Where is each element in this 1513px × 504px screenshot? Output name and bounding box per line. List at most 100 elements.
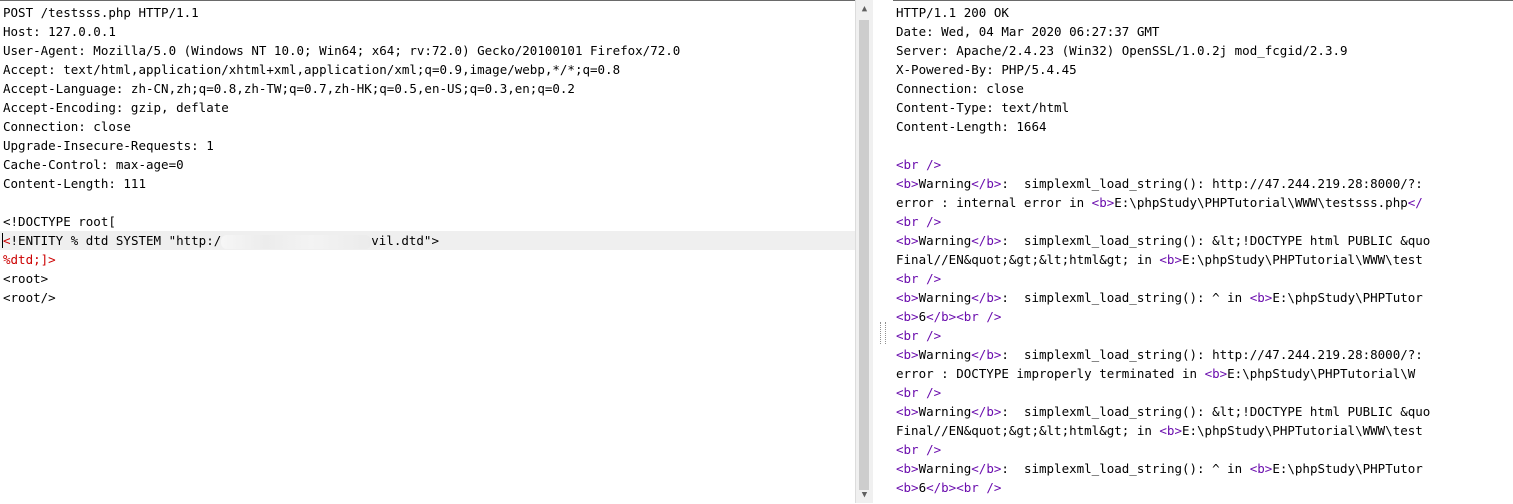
response-body-text: error : DOCTYPE improperly terminated in [896, 366, 1205, 381]
response-body-text: simplexml_load_string(): &lt;!DOCTYPE ht… [1023, 233, 1431, 248]
dtd-reference: %dtd;]> [3, 252, 56, 267]
response-text[interactable]: HTTP/1.1 200 OK Date: Wed, 04 Mar 2020 06… [896, 3, 1430, 497]
response-body-line: <br /> [896, 155, 1430, 174]
request-line: <root/> [3, 288, 855, 307]
request-text[interactable]: POST /testsss.php HTTP/1.1 Host: 127.0.0.… [0, 3, 855, 307]
request-line: Accept-Language: zh-CN,zh;q=0.8,zh-TW;q=… [3, 79, 855, 98]
scroll-up-icon[interactable]: ▲ [856, 0, 873, 17]
html-tag: </b><br /> [926, 480, 1002, 495]
response-body-text: Warning [918, 461, 972, 476]
request-line-text: Content-Length: 111 [3, 176, 146, 191]
response-body-text: E:\phpStudy\PHPTutorial\WWW\testsss.php [1114, 195, 1408, 210]
response-body-line: Final//EN&quot;&gt;&lt;html&gt; in <b>E:… [896, 250, 1430, 269]
response-body-line: <b>Warning</b>: simplexml_load_string():… [896, 402, 1430, 421]
response-body-line: <br /> [896, 326, 1430, 345]
request-line: Cache-Control: max-age=0 [3, 155, 855, 174]
splitter-grip-icon[interactable] [880, 322, 886, 344]
request-line-text: Cache-Control: max-age=0 [3, 157, 184, 172]
response-body-text: Warning [918, 404, 972, 419]
response-body-text: simplexml_load_string(): ^ in [1023, 461, 1250, 476]
response-header-text: Content-Type: text/html [896, 100, 1070, 115]
response-header-text: X-Powered-By: PHP/5.4.45 [896, 62, 1077, 77]
response-body-line: error : DOCTYPE improperly terminated in… [896, 364, 1430, 383]
request-line-text: Accept-Language: zh-CN,zh;q=0.8,zh-TW;q=… [3, 81, 575, 96]
html-tag: <b> [1159, 252, 1182, 267]
response-header-text: Date: Wed, 04 Mar 2020 06:27:37 GMT [896, 24, 1160, 39]
response-body-line: <b>6</b><br /> [896, 307, 1430, 326]
response-body-line: <br /> [896, 212, 1430, 231]
request-line: POST /testsss.php HTTP/1.1 [3, 3, 855, 22]
request-line-text: Host: 127.0.0.1 [3, 24, 116, 39]
scrollbar-thumb[interactable] [859, 20, 869, 490]
response-body-text: Final//EN&quot;&gt;&lt;html&gt; in [896, 252, 1160, 267]
request-line: Connection: close [3, 117, 855, 136]
response-body-text: simplexml_load_string(): http://47.244.2… [1023, 176, 1423, 191]
request-editor[interactable]: POST /testsss.php HTTP/1.1 Host: 127.0.0.… [0, 0, 855, 504]
response-header-text: Content-Length: 1664 [896, 119, 1047, 134]
request-line-text: POST /testsss.php HTTP/1.1 [3, 5, 199, 20]
html-tag: <b> [1204, 366, 1228, 381]
response-body-text: Warning [918, 233, 972, 248]
html-tag: <b> [896, 233, 919, 248]
html-tag: <br /> [896, 214, 942, 229]
response-body-text: error : internal error in [896, 195, 1092, 210]
html-tag: <br /> [896, 157, 942, 172]
request-line-text: <!DOCTYPE root[ [3, 214, 116, 229]
response-body-line: <b>Warning</b>: simplexml_load_string():… [896, 459, 1430, 478]
request-line-text: <root> [3, 271, 49, 286]
response-body-text: Final//EN&quot;&gt;&lt;html&gt; in [896, 423, 1160, 438]
response-body-text: E:\phpStudy\PHPTutor [1272, 290, 1423, 305]
response-body-text: simplexml_load_string(): ^ in [1023, 290, 1250, 305]
scroll-down-icon[interactable]: ▼ [856, 486, 873, 503]
html-tag: <b> [896, 404, 919, 419]
html-tag: </b> [971, 233, 1002, 248]
request-line-text: Accept-Encoding: gzip, deflate [3, 100, 229, 115]
response-header-line: Content-Length: 1664 [896, 117, 1430, 136]
html-tag: </b> [971, 461, 1002, 476]
request-line: Upgrade-Insecure-Requests: 1 [3, 136, 855, 155]
response-header-line: Date: Wed, 04 Mar 2020 06:27:37 GMT [896, 22, 1430, 41]
response-body-text: : [1001, 290, 1024, 305]
request-line-text: Accept: text/html,application/xhtml+xml,… [3, 62, 621, 77]
html-tag: <b> [1091, 195, 1115, 210]
html-tag: </b> [971, 347, 1002, 362]
request-scrollbar[interactable]: ▲ ▼ [855, 0, 873, 503]
redacted-url-blur [221, 234, 372, 249]
response-header-text: HTTP/1.1 200 OK [896, 5, 1009, 20]
response-body-line: <b>6</b><br /> [896, 478, 1430, 497]
pane-splitter[interactable] [873, 0, 893, 503]
html-tag: <br /> [896, 442, 942, 457]
response-body-text: simplexml_load_string(): &lt;!DOCTYPE ht… [1023, 404, 1431, 419]
response-body-text: : [1001, 233, 1024, 248]
html-tag: </ [1407, 195, 1423, 210]
request-line: <!DOCTYPE root[ [3, 212, 855, 231]
response-body-line: <b>Warning</b>: simplexml_load_string():… [896, 174, 1430, 193]
response-header-text: Server: Apache/2.4.23 (Win32) OpenSSL/1.… [896, 43, 1348, 58]
response-body-text: Warning [918, 290, 972, 305]
html-tag: </b> [971, 176, 1002, 191]
html-tag: <b> [1249, 290, 1273, 305]
request-line: Content-Length: 111 [3, 174, 855, 193]
request-line-dtd: %dtd;]> [3, 250, 855, 269]
response-viewer[interactable]: HTTP/1.1 200 OK Date: Wed, 04 Mar 2020 06… [893, 0, 1513, 504]
response-body-line: <br /> [896, 440, 1430, 459]
response-body-line: Final//EN&quot;&gt;&lt;html&gt; in <b>E:… [896, 421, 1430, 440]
entity-open-bracket: < [2, 233, 11, 248]
response-header-line [896, 136, 1430, 155]
html-tag: </b><br /> [926, 309, 1002, 324]
response-body-line: <b>Warning</b>: simplexml_load_string():… [896, 345, 1430, 364]
request-line: Accept: text/html,application/xhtml+xml,… [3, 60, 855, 79]
html-tag: <b> [896, 480, 919, 495]
response-body-text: : [1001, 461, 1024, 476]
html-tag: <b> [896, 461, 919, 476]
html-tag: <b> [1159, 423, 1182, 438]
entity-declaration: !ENTITY % dtd SYSTEM "http:/ [10, 233, 222, 248]
response-body-text: E:\phpStudy\PHPTutorial\WWW\test [1181, 252, 1423, 267]
response-body-text: : [1001, 347, 1024, 362]
response-header-line: HTTP/1.1 200 OK [896, 3, 1430, 22]
response-body-text: E:\phpStudy\PHPTutorial\WWW\test [1181, 423, 1423, 438]
response-body-text: : [1001, 176, 1024, 191]
response-header-line: X-Powered-By: PHP/5.4.45 [896, 60, 1430, 79]
response-body-line: <b>Warning</b>: simplexml_load_string():… [896, 288, 1430, 307]
request-line: Accept-Encoding: gzip, deflate [3, 98, 855, 117]
